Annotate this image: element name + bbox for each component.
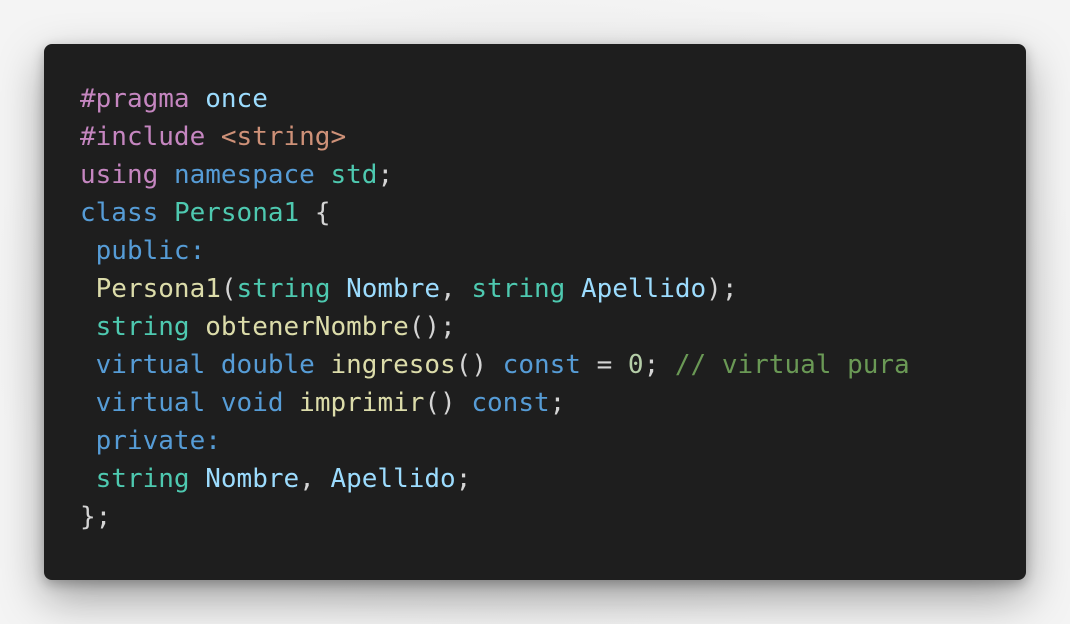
- code-token-comment: // virtual pura: [674, 350, 910, 380]
- code-line-4: class Persona1 {: [80, 194, 910, 232]
- code-token-keyword: double: [220, 350, 315, 380]
- code-token-type: string: [95, 312, 190, 342]
- code-token-punct: (): [424, 388, 472, 418]
- code-line-3: using namespace std;: [80, 156, 910, 194]
- code-token-keyword: virtual: [95, 388, 206, 418]
- code-line-6: Persona1(string Nombre, string Apellido)…: [80, 270, 910, 308]
- code-token-punct: ;: [643, 350, 675, 380]
- code-token-variable: Nombre: [346, 274, 441, 304]
- code-token-punct: =: [580, 350, 628, 380]
- code-token-type: string: [236, 274, 331, 304]
- code-token-punct: {: [299, 198, 331, 228]
- code-token-punct: );: [706, 274, 738, 304]
- code-token-variable: Nombre: [205, 464, 300, 494]
- code-line-9: virtual void imprimir() const;: [80, 384, 910, 422]
- code-line-7: string obtenerNombre();: [80, 308, 910, 346]
- code-token-punct: (: [220, 274, 237, 304]
- code-token-type: Persona1: [173, 198, 300, 228]
- code-line-10: private:: [80, 422, 910, 460]
- code-token-keyword: public:: [95, 236, 206, 266]
- code-token-macro: once: [205, 84, 268, 114]
- code-line-1: #pragma once: [80, 80, 910, 118]
- code-token-string: <string>: [220, 122, 347, 152]
- code-line-5: public:: [80, 232, 910, 270]
- code-line-12: };: [80, 498, 910, 536]
- code-token-punct: ,: [299, 464, 331, 494]
- code-snippet-card: #pragma once #include <string> using names…: [44, 44, 1026, 580]
- code-token-number: 0: [627, 350, 644, 380]
- code-token-function: Persona1: [95, 274, 221, 304]
- code-token-punct: ;: [377, 160, 394, 190]
- code-token-keyword: const: [502, 350, 581, 380]
- code-token-function: obtenerNombre: [205, 312, 409, 342]
- code-token-preproc: #include: [80, 122, 206, 152]
- code-token-punct: (): [455, 350, 503, 380]
- code-token-function: imprimir: [299, 388, 425, 418]
- code-block[interactable]: #pragma once #include <string> using names…: [80, 80, 910, 536]
- code-token-variable: Apellido: [580, 274, 707, 304]
- code-token-preproc: #pragma: [80, 84, 190, 114]
- code-line-8: virtual double ingresos() const = 0; // …: [80, 346, 910, 384]
- code-token-keyword: class: [80, 198, 159, 228]
- code-token-punct: ();: [408, 312, 456, 342]
- code-token-keyword: namespace: [173, 160, 315, 190]
- code-token-variable: Apellido: [330, 464, 456, 494]
- code-token-punct: ;: [549, 388, 566, 418]
- code-token-punct: };: [80, 502, 112, 532]
- screenshot-stage: #pragma once #include <string> using names…: [0, 0, 1070, 624]
- code-token-type: string: [95, 464, 190, 494]
- code-token-keyword: const: [471, 388, 550, 418]
- code-line-2: #include <string>: [80, 118, 910, 156]
- code-token-punct: ;: [455, 464, 472, 494]
- code-token-keyword: void: [220, 388, 284, 418]
- code-line-11: string Nombre, Apellido;: [80, 460, 910, 498]
- code-token-keyword: private:: [95, 426, 221, 456]
- code-token-keyword: virtual: [95, 350, 206, 380]
- code-token-control: using: [80, 160, 159, 190]
- code-token-type: string: [471, 274, 566, 304]
- code-token-function: ingresos: [330, 350, 456, 380]
- code-token-punct: ,: [440, 274, 472, 304]
- code-token-type: std: [330, 160, 378, 190]
